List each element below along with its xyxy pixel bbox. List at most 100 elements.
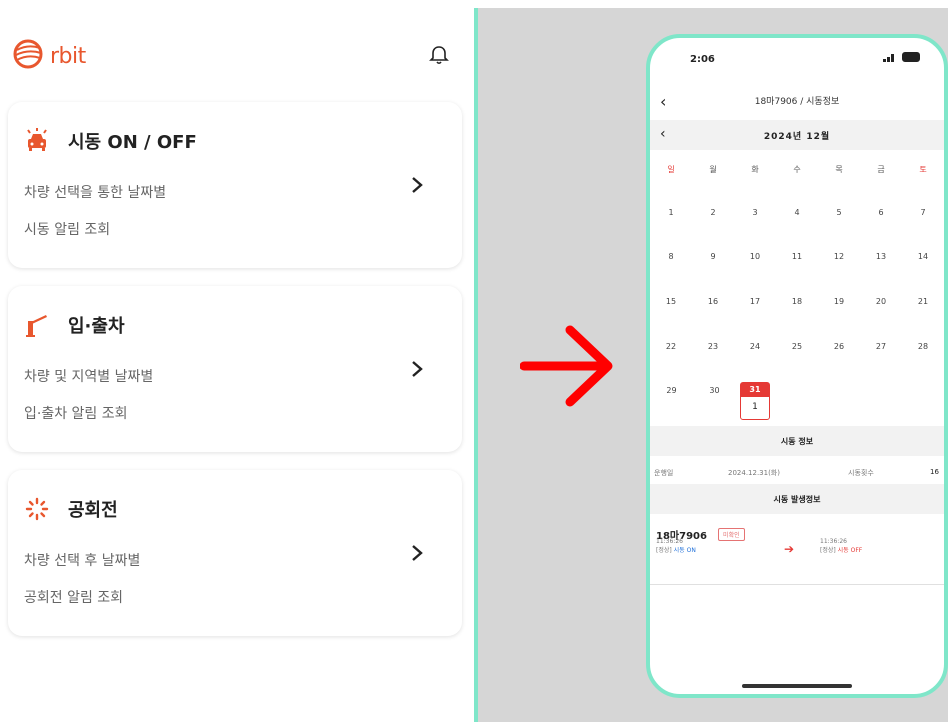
phone-header: ‹ 18마7906 / 시동정보 <box>650 90 944 114</box>
home-indicator <box>742 684 852 688</box>
off-label: [정상] <box>820 547 836 554</box>
month-bar: ‹ 2024년 12월 <box>650 120 944 150</box>
calendar-day[interactable]: 23 <box>692 342 734 351</box>
engine-on-block: 11:36:26 [정상] 시동 ON <box>656 538 696 554</box>
calendar-day[interactable]: 6 <box>860 208 902 217</box>
card-title: 공회전 <box>68 500 118 521</box>
weekday-header: 일 월 화 수 목 금 토 <box>650 164 944 175</box>
calendar-week: 1 2 3 4 5 6 7 <box>650 208 944 217</box>
calendar-day[interactable]: 4 <box>776 208 818 217</box>
engine-on-off-card[interactable]: 시동 ON / OFF 차량 선택을 통한 날짜별 시동 알림 조회 <box>8 102 462 268</box>
info-row: 운행일 2024.12.31(화) 시동횟수 16 <box>650 462 944 482</box>
divider <box>650 584 944 585</box>
chevron-right-icon[interactable] <box>408 358 426 380</box>
calendar-day[interactable]: 2 <box>692 208 734 217</box>
calendar-week: 22 23 24 25 26 27 28 <box>650 342 944 351</box>
calendar-day[interactable]: 22 <box>650 342 692 351</box>
calendar-day[interactable]: 9 <box>692 252 734 261</box>
section-title: 시동 정보 <box>780 437 814 446</box>
parking-gate-icon <box>26 315 47 337</box>
on-label: [정상] <box>656 547 672 554</box>
info-label: 시동횟수 <box>848 469 874 477</box>
idle-spinner-icon <box>25 497 49 521</box>
arrow-right-icon: ➔ <box>784 542 795 556</box>
chevron-right-icon[interactable] <box>408 542 426 564</box>
logo-text: rbit <box>50 43 86 69</box>
info-count: 16 <box>930 468 939 476</box>
arrow-right-icon <box>520 325 613 407</box>
calendar-day[interactable]: 5 <box>818 208 860 217</box>
chevron-right-icon[interactable] <box>408 174 426 196</box>
card-description: 공회전 알림 조회 <box>24 590 124 606</box>
calendar-week: 8 9 10 11 12 13 14 <box>650 252 944 261</box>
calendar-day[interactable]: 30 <box>693 386 736 395</box>
calendar-day[interactable]: 29 <box>650 386 693 395</box>
phone-title: 18마7906 / 시동정보 <box>754 97 840 107</box>
calendar-week: 15 16 17 18 19 20 21 <box>650 297 944 306</box>
card-description: 차량 및 지역별 날짜별 <box>24 369 154 385</box>
card-title-row: 시동 ON / OFF <box>24 128 197 154</box>
calendar-day[interactable]: 27 <box>860 342 902 351</box>
calendar-day[interactable]: 10 <box>734 252 776 261</box>
calendar-day[interactable]: 20 <box>860 297 902 306</box>
info-label: 운행일 <box>654 469 674 477</box>
calendar-day[interactable]: 7 <box>902 208 944 217</box>
left-panel: rbit 시동 ON / OFF 차량 선택을 통한 날짜별 시동 알림 조회 <box>0 0 474 722</box>
off-status: 시동 OFF <box>837 547 863 554</box>
calendar-day[interactable]: 14 <box>902 252 944 261</box>
card-title-row: 입·출차 <box>24 312 125 338</box>
signal-icon <box>883 54 894 62</box>
calendar-day[interactable]: 24 <box>734 342 776 351</box>
calendar-day[interactable]: 26 <box>818 342 860 351</box>
phone-mockup: 2:06 ‹ 18마7906 / 시동정보 ‹ 2024년 12월 일 월 화 … <box>646 34 948 698</box>
info-date: 2024.12.31(화) <box>728 469 780 477</box>
card-description: 차량 선택을 통한 날짜별 <box>24 185 167 201</box>
weekday-label: 월 <box>709 165 717 174</box>
calendar-day[interactable]: 1 <box>650 208 692 217</box>
calendar-day[interactable]: 25 <box>776 342 818 351</box>
weekday-label: 수 <box>793 165 801 174</box>
weekday-label: 토 <box>919 165 927 174</box>
calendar-day[interactable]: 3 <box>734 208 776 217</box>
selected-day-number: 31 <box>741 383 769 397</box>
month-title: 2024년 12월 <box>763 132 831 142</box>
calendar-day[interactable]: 19 <box>818 297 860 306</box>
on-status: 시동 ON <box>673 547 696 554</box>
calendar-day[interactable]: 15 <box>650 297 692 306</box>
card-description: 시동 알림 조회 <box>24 222 111 238</box>
calendar-day[interactable]: 18 <box>776 297 818 306</box>
calendar-day[interactable]: 11 <box>776 252 818 261</box>
calendar-day[interactable]: 13 <box>860 252 902 261</box>
section-title: 시동 발생정보 <box>773 495 821 504</box>
bell-icon[interactable] <box>428 44 450 66</box>
status-badge: 미확인 <box>718 528 745 541</box>
off-time: 11:36:26 <box>820 538 847 545</box>
event-detail[interactable]: 18마7906 미확인 11:36:26 [정상] 시동 ON ➔ 11:36:… <box>656 524 944 556</box>
entry-exit-card[interactable]: 입·출차 차량 및 지역별 날짜별 입·출차 알림 조회 <box>8 286 462 452</box>
on-time: 11:36:26 <box>656 538 683 545</box>
battery-icon <box>902 52 920 62</box>
selected-calendar-day[interactable]: 31 1 <box>740 382 770 420</box>
card-title: 시동 ON / OFF <box>68 132 197 153</box>
card-title: 입·출차 <box>68 316 125 337</box>
calendar-day[interactable]: 12 <box>818 252 860 261</box>
weekday-label: 목 <box>835 165 843 174</box>
section-header: 시동 정보 <box>650 426 944 456</box>
logo: rbit <box>12 36 86 72</box>
card-description: 입·출차 알림 조회 <box>24 406 128 422</box>
section-header: 시동 발생정보 <box>650 484 944 514</box>
weekday-label: 일 <box>667 165 675 174</box>
calendar-day[interactable]: 21 <box>902 297 944 306</box>
engine-off-block: 11:36:26 [정상] 시동 OFF <box>820 538 862 554</box>
calendar-day[interactable]: 16 <box>692 297 734 306</box>
card-title-row: 공회전 <box>24 496 118 522</box>
status-time: 2:06 <box>690 54 715 65</box>
calendar-day[interactable]: 17 <box>734 297 776 306</box>
status-icons <box>883 52 920 62</box>
calendar-day[interactable]: 8 <box>650 252 692 261</box>
calendar-day[interactable]: 28 <box>902 342 944 351</box>
idling-card[interactable]: 공회전 차량 선택 후 날짜별 공회전 알림 조회 <box>8 470 462 636</box>
car-alarm-icon <box>27 128 47 151</box>
card-description: 차량 선택 후 날짜별 <box>24 553 141 569</box>
weekday-label: 금 <box>877 165 885 174</box>
